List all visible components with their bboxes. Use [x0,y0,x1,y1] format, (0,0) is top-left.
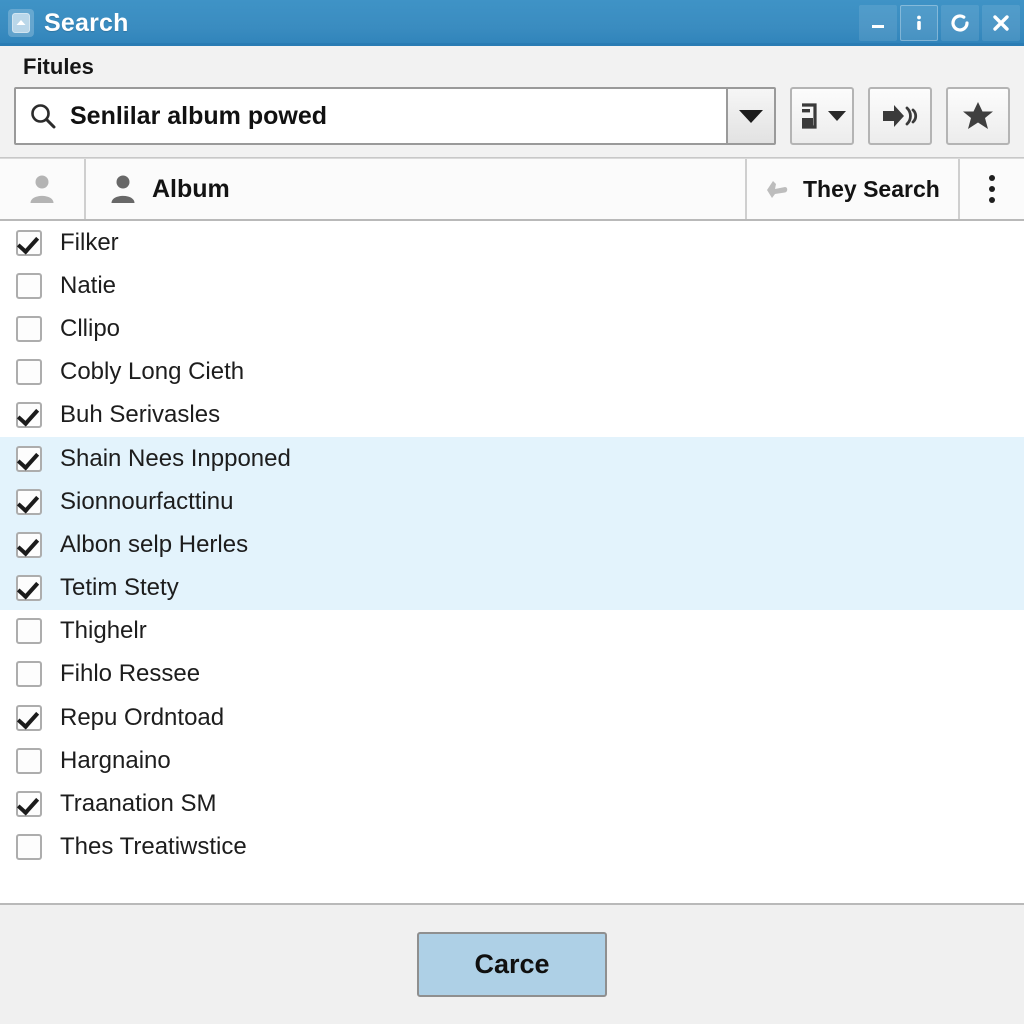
list-item-label: Hargnaino [60,746,171,774]
kebab-menu-icon [989,175,995,203]
list-item-label: Repu Ordntoad [60,703,225,731]
arrow-sound-icon [883,105,918,127]
list-item[interactable]: Thes Treatiwstice [0,826,1024,869]
search-input-area[interactable]: Senlilar album powed [16,89,726,143]
list-item[interactable]: Buh Serivasles [0,394,1024,437]
list-item-label: Albon selp Herles [60,530,249,558]
list-item-checkbox[interactable] [16,445,42,472]
list-item[interactable]: Repu Ordntoad [0,696,1024,739]
header-they-search-label: They Search [803,175,940,202]
list-item-checkbox[interactable] [16,402,42,429]
list-item[interactable]: Cllipo [0,307,1024,350]
list-item[interactable]: Sionnourfacttinu [0,480,1024,524]
cancel-button[interactable]: Carce [417,932,607,997]
header-overflow-menu[interactable] [960,159,1024,219]
list-item-checkbox[interactable] [16,272,42,299]
list-options-button[interactable] [790,87,854,145]
window-controls [859,5,1020,41]
list-item-checkbox[interactable] [16,359,42,386]
list-item-checkbox[interactable] [16,229,42,256]
list-item-label: Cobly Long Cieth [60,358,245,386]
list-item-checkbox[interactable] [16,661,42,688]
person-icon [30,175,54,203]
list-item-label: Cllipo [60,314,121,342]
list-item[interactable]: Cobly Long Cieth [0,351,1024,394]
header-album-column[interactable]: Album [86,159,747,219]
list-item[interactable]: Hargnaino [0,739,1024,782]
list-item[interactable]: Shain Nees Inpponed [0,436,1024,481]
title-bar: Search [0,0,1024,46]
playback-button[interactable] [868,87,932,145]
person-icon [111,175,135,203]
chevron-down-icon [828,111,846,121]
list-item[interactable]: Natie [0,264,1024,307]
list-item-checkbox[interactable] [16,531,42,558]
search-field-label: Fitules [23,54,94,79]
list-item-label: Fihlo Ressee [60,660,201,688]
header-they-search-column[interactable]: They Search [747,159,960,219]
column-header-row: Album They Search [0,158,1024,221]
window-title: Search [44,8,129,37]
list-item-label: Filker [60,228,119,256]
list-item-checkbox[interactable] [16,791,42,818]
list-item-checkbox[interactable] [16,488,42,515]
header-album-label: Album [152,174,230,203]
list-item[interactable]: Albon selp Herles [0,523,1024,567]
list-item-checkbox[interactable] [16,315,42,342]
search-dropdown-button[interactable] [726,89,774,143]
list-item[interactable]: Thighelr [0,610,1024,653]
list-item-label: Buh Serivasles [60,401,221,429]
header-select-column[interactable] [0,159,86,219]
close-button[interactable] [982,5,1020,41]
star-icon [963,102,993,129]
search-combobox[interactable]: Senlilar album powed [14,87,776,145]
favorite-button[interactable] [946,87,1010,145]
list-item-label: Shain Nees Inpponed [60,444,291,472]
album-list[interactable]: Filker Natie Cllipo Cobly Long Cieth Buh Ser… [0,221,1024,905]
list-item-checkbox[interactable] [16,618,42,645]
list-item-label: Thighelr [60,617,147,645]
refresh-button[interactable] [941,5,979,41]
minimize-button[interactable] [859,5,897,41]
list-item-label: Natie [60,271,117,299]
list-item[interactable]: Filker [0,221,1024,264]
list-item-checkbox[interactable] [16,747,42,774]
chevron-up-app-icon [8,9,34,37]
search-panel: Fitules Senlilar album powed [0,46,1024,158]
list-item-label: Sionnourfacttinu [60,487,234,515]
list-item-checkbox[interactable] [16,704,42,731]
list-item[interactable]: Traanation SM [0,782,1024,825]
list-icon [802,103,817,129]
search-row: Senlilar album powed [14,87,1010,145]
search-dialog-window: Search Fitules Senlilar album powed Albu… [0,0,1024,1024]
list-item-checkbox[interactable] [16,834,42,861]
chevron-down-icon [739,109,763,123]
list-item-checkbox[interactable] [16,575,42,602]
list-item-label: Tetim Stety [60,574,179,602]
search-icon [31,104,56,129]
cancel-button-label: Carce [474,949,550,979]
info-button[interactable] [900,5,938,41]
list-item-label: Thes Treatiwstice [60,833,247,861]
list-item[interactable]: Tetim Stety [0,566,1024,610]
list-item-label: Traanation SM [60,790,217,818]
dialog-footer: Carce [0,905,1024,1024]
list-item[interactable]: Fihlo Ressee [0,653,1024,696]
hand-pointer-icon [767,181,788,198]
search-input[interactable]: Senlilar album powed [70,102,327,131]
